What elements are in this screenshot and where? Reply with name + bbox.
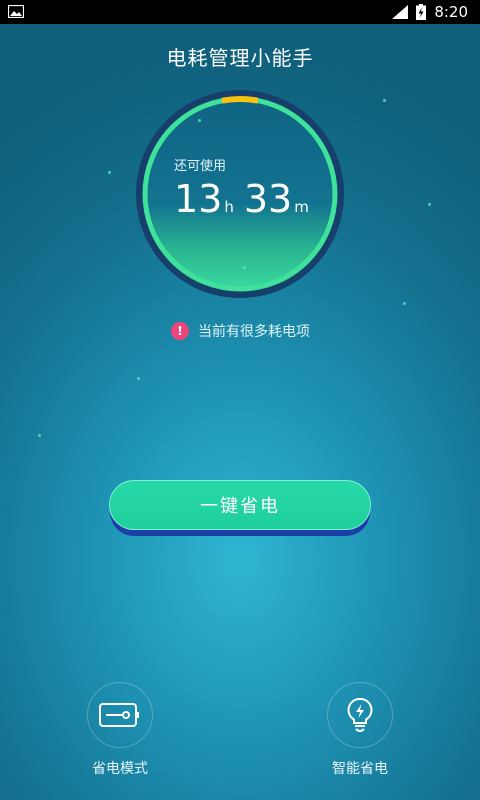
power-saving-mode-label: 省电模式 xyxy=(92,761,148,777)
hours-value: 13 xyxy=(174,177,223,221)
remaining-time: 13 h 33 m xyxy=(174,176,319,230)
remaining-label: 还可使用 xyxy=(174,159,227,174)
decor-dot xyxy=(243,266,246,269)
one-tap-save-button[interactable]: 一键省电 xyxy=(109,480,371,530)
status-bar: 8:20 xyxy=(0,0,480,24)
smart-saving-label: 智能省电 xyxy=(332,761,388,777)
hours-unit: h xyxy=(224,198,234,216)
power-drain-alert[interactable]: ! 当前有很多耗电项 xyxy=(171,321,310,341)
decor-dot xyxy=(38,434,41,437)
smart-saving-button[interactable]: 智能省电 xyxy=(327,682,393,777)
decor-dot xyxy=(428,203,431,206)
gallery-notification-icon xyxy=(8,5,24,18)
decor-dot xyxy=(137,377,140,380)
decor-dot xyxy=(198,119,201,122)
battery-mode-icon xyxy=(99,703,139,727)
status-time: 8:20 xyxy=(434,3,468,21)
decor-dot xyxy=(403,302,406,305)
smart-saving-circle[interactable] xyxy=(327,682,393,748)
battery-charging-icon xyxy=(416,4,427,20)
power-saving-mode-circle[interactable] xyxy=(87,682,153,748)
gauge-marker xyxy=(221,96,259,104)
minutes-value: 33 xyxy=(243,177,293,221)
smart-bulb-icon xyxy=(347,697,373,732)
signal-icon xyxy=(392,5,409,19)
decor-dot xyxy=(108,171,111,174)
alert-text: 当前有很多耗电项 xyxy=(198,324,310,340)
minutes-unit: m xyxy=(294,198,309,216)
app-title: 电耗管理小能手 xyxy=(166,46,314,70)
decor-dot xyxy=(383,99,386,102)
exclamation-icon: ! xyxy=(171,322,189,340)
power-saving-mode-button[interactable]: 省电模式 xyxy=(87,682,153,777)
